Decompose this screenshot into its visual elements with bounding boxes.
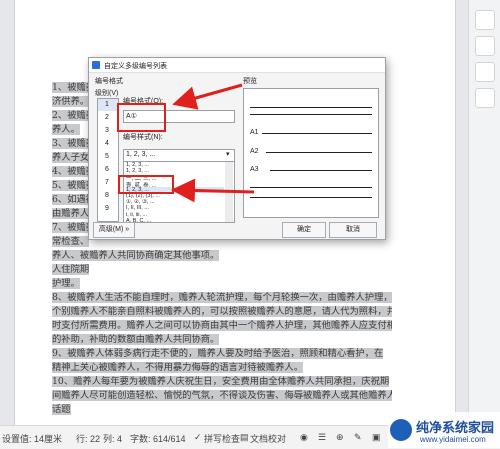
document-line-text: 养人、被赡养人共同协商确定其他事项。 xyxy=(52,250,220,261)
preview-item-label: A2 xyxy=(250,148,259,155)
document-line[interactable]: 9、被赡养人体弱多病行走不便的，赡养人要及时给予医治，照顾和精心看护，在 xyxy=(52,345,392,359)
sidebar-button[interactable] xyxy=(475,88,495,108)
document-line[interactable]: 时支付所需费用。赡养人之间可以协商由其中一个赡养人护理，其他赡养人应支付相应 xyxy=(52,317,392,331)
preview-panel: A1 A2 A3 xyxy=(243,88,379,218)
edit-icon[interactable]: ✎ xyxy=(354,432,362,443)
style-option[interactable]: 1, 2, 3, ... xyxy=(126,162,149,168)
document-line[interactable]: 个别赡养人不能亲自照料被赡养人的，可以按照被赡养人的意愿，请人代为照料，并支 xyxy=(52,303,392,317)
preview-label: 预览 xyxy=(243,78,257,85)
level-item[interactable]: 4 xyxy=(105,140,109,147)
custom-multilevel-list-dialog: 自定义多级编号列表 编号格式 级别(V) 123456789 编号格式(O): … xyxy=(88,57,386,240)
document-line-text: 10、赡养人每年要为被赡养人庆祝生日，安全费用由全体赡养人共同承担，庆祝期 xyxy=(52,376,390,387)
document-line-text: 常检查、 xyxy=(52,236,90,247)
document-line[interactable]: 8、被赡养人生活不能自理时，赡养人轮流护理，每个月轮换一次，由赡养人护理， xyxy=(52,289,392,303)
document-line[interactable]: 话题 xyxy=(52,401,392,415)
preview-line xyxy=(250,197,372,198)
status-proofread[interactable]: 文档校对 xyxy=(250,432,286,445)
document-line-text: 间赡养人尽可能创造轻松、愉悦的气氛，不得谈及伤害、侮辱被赡养人或其他赡养人的 xyxy=(52,390,392,401)
check-icon: ✓ xyxy=(194,432,202,442)
document-line-text: 济供养。 xyxy=(52,96,90,107)
ok-button[interactable]: 确定 xyxy=(282,222,326,238)
sidebar-button[interactable] xyxy=(475,10,495,30)
level-item[interactable]: 9 xyxy=(105,205,109,212)
view-icon[interactable]: ◉ xyxy=(300,432,308,443)
layout-icon[interactable]: ▣ xyxy=(372,432,381,443)
advanced-button[interactable]: 高级(M) » xyxy=(93,222,135,238)
dialog-title: 自定义多级编号列表 xyxy=(104,63,167,70)
style-option[interactable]: 1, 2, 3, ... xyxy=(126,168,149,174)
web-icon[interactable]: ⊕ xyxy=(336,432,344,443)
style-option[interactable]: ①, ②, ③, ... xyxy=(126,199,155,205)
preview-line xyxy=(262,133,372,134)
level-item[interactable]: 1 xyxy=(105,101,109,108)
watermark-logo-icon xyxy=(390,419,412,441)
cancel-button[interactable]: 取消 xyxy=(329,222,377,238)
document-line[interactable]: 护理。 xyxy=(52,275,392,289)
preview-line xyxy=(250,114,372,115)
style-selected-value: 1, 2, 3, ... xyxy=(126,151,156,158)
preview-item-label: A1 xyxy=(250,129,259,136)
status-wordcount[interactable]: 字数: 614/614 xyxy=(130,432,186,445)
status-col[interactable]: 列: 4 xyxy=(103,432,122,445)
preview-line xyxy=(266,152,372,153)
dialog-titlebar: 自定义多级编号列表 xyxy=(89,58,385,73)
level-item[interactable]: 7 xyxy=(105,179,109,186)
document-line-text: 养人子女 xyxy=(52,152,90,163)
document-line-text: 养人。 xyxy=(52,124,80,135)
style-option[interactable]: I, II, III, ... xyxy=(126,205,149,211)
level-item[interactable]: 3 xyxy=(105,127,109,134)
document-line-text: 话题 xyxy=(52,404,71,415)
document-line[interactable]: 的补助，补助的数额由赡养人共同协商。 xyxy=(52,331,392,345)
status-spellcheck[interactable]: 拼写检查 xyxy=(204,432,240,445)
level-item[interactable]: 5 xyxy=(105,153,109,160)
chevron-down-icon: ▾ xyxy=(226,151,230,158)
document-line-text: 精神上关心被赡养人，不得用暴力侮辱的语言对待被赡养人。 xyxy=(52,362,304,373)
app-icon xyxy=(92,61,100,69)
document-line[interactable]: 精神上关心被赡养人，不得用暴力侮辱的语言对待被赡养人。 xyxy=(52,359,392,373)
sidebar-button[interactable] xyxy=(475,36,495,56)
style-option[interactable]: i, ii, iii, ... xyxy=(126,212,147,218)
document-line-text: 由赡养人 xyxy=(52,208,90,219)
document-line[interactable]: 10、赡养人每年要为被赡养人庆祝生日，安全费用由全体赡养人共同承担，庆祝期 xyxy=(52,373,392,387)
document-line[interactable]: 人住院期 xyxy=(52,261,392,275)
doc-icon: ▤ xyxy=(240,432,249,442)
level-list[interactable]: 1 2 3 4 5 6 7 8 9 xyxy=(97,98,119,222)
watermark-title: 纯净系统家园 xyxy=(416,420,495,435)
dropdown-scrollbar[interactable] xyxy=(225,162,233,222)
outline-icon[interactable]: ☰ xyxy=(318,432,326,443)
status-setting[interactable]: 设置值: 14厘米 xyxy=(2,432,62,445)
level-item[interactable]: 2 xyxy=(105,114,109,121)
status-row[interactable]: 行: 22 xyxy=(76,432,100,445)
section-format-label: 编号格式 xyxy=(95,78,123,85)
sidebar-button[interactable] xyxy=(475,62,495,82)
level-label: 级别(V) xyxy=(95,90,119,97)
highlight-format-box xyxy=(117,103,166,132)
document-line-text: 的补助，补助的数额由赡养人共同协商。 xyxy=(52,334,220,345)
watermark-url: www.yidaimei.com xyxy=(420,435,486,444)
style-label: 编号样式(N): xyxy=(123,134,163,141)
watermark: 纯净系统家园 www.yidaimei.com xyxy=(388,412,500,448)
preview-line xyxy=(270,170,372,171)
document-line-text: 8、被赡养人生活不能自理时，赡养人轮流护理，每个月轮换一次，由赡养人护理， xyxy=(52,292,392,303)
highlight-style-box xyxy=(118,175,174,194)
document-line-text: 9、被赡养人体弱多病行走不便的，赡养人要及时给予医治，照顾和精心看护，在 xyxy=(52,348,384,359)
document-line-text: 人住院期 xyxy=(52,264,90,275)
preview-line xyxy=(250,187,372,188)
document-line[interactable]: 养人、被赡养人共同协商确定其他事项。 xyxy=(52,247,392,261)
level-item[interactable]: 6 xyxy=(105,166,109,173)
document-line-text: 护理。 xyxy=(52,278,80,289)
level-item[interactable]: 8 xyxy=(105,192,109,199)
document-line[interactable]: 间赡养人尽可能创造轻松、愉悦的气氛，不得谈及伤害、侮辱被赡养人或其他赡养人的 xyxy=(52,387,392,401)
preview-line xyxy=(250,107,372,108)
preview-item-label: A3 xyxy=(250,166,259,173)
document-line-text: 时支付所需费用。赡养人之间可以协商由其中一个赡养人护理，其他赡养人应支付相应 xyxy=(52,320,392,331)
document-line-text: 个别赡养人不能亲自照料被赡养人的，可以按照被赡养人的意愿，请人代为照料，并支 xyxy=(52,306,392,317)
